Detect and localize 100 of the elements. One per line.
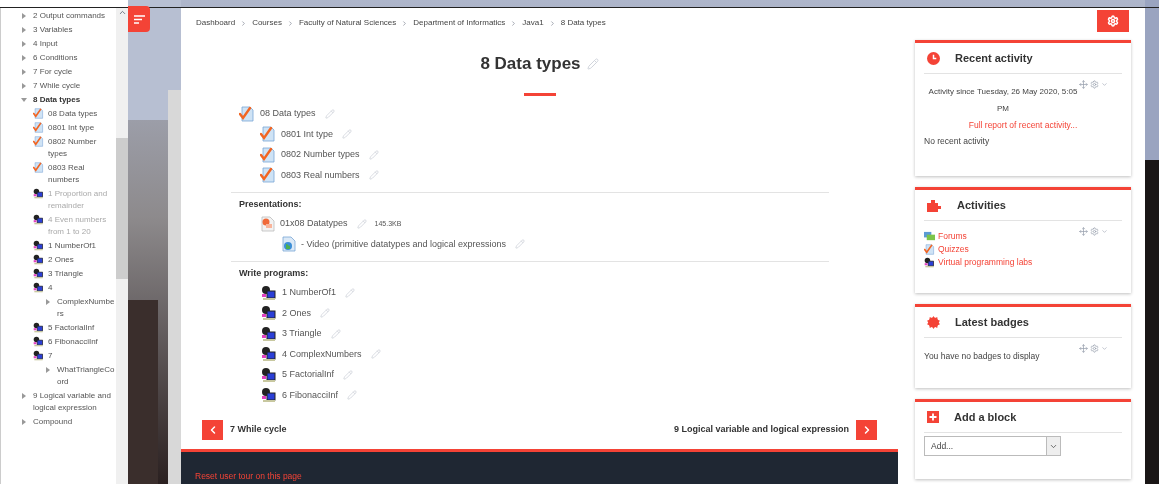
no-activity-text: No recent activity [924,135,991,148]
activity-link[interactable]: 08 Data types [48,108,98,120]
scroll-up-icon[interactable] [117,8,127,17]
activity-since-text: Activity since Tuesday, 26 May 2020, 5:05 PM [928,86,1078,115]
section-link[interactable]: WhatTriangleCoord [57,364,115,388]
activity-link[interactable]: 4 ComplexNumbers [282,347,362,361]
activity-link[interactable]: 0801 Int type [48,122,95,134]
section-link[interactable]: 6 Conditions [33,52,78,64]
section-link[interactable]: ComplexNumbers [57,296,115,320]
settings-icon[interactable] [1090,227,1099,236]
edit-icon[interactable] [586,57,599,70]
activity-link[interactable]: 6 FibonacciInf [48,336,98,348]
section-link[interactable]: 4 Input [33,38,58,50]
edit-icon[interactable] [324,108,335,119]
activity-link[interactable]: 1 NumberOf1 [48,240,97,252]
section-link[interactable]: 2 Output commands [33,10,106,22]
add-block-select[interactable]: Add... [924,436,1061,456]
breadcrumb-link[interactable]: Department of Informatics [413,17,506,29]
quiz-icon [33,136,44,147]
activity-link[interactable]: 01x08 Datatypes [280,217,348,231]
next-section-link[interactable]: 9 Logical variable and logical expression [673,422,849,437]
activity-link[interactable]: 3 Triangle [282,327,322,341]
move-icon[interactable] [1079,227,1088,236]
quiz-icon [260,126,276,143]
settings-icon[interactable] [1090,344,1099,353]
section-link[interactable]: 7 While cycle [33,80,81,92]
settings-button[interactable] [1097,10,1129,32]
activity-link[interactable]: 7 [48,350,53,362]
activity-link[interactable]: 0803 Real numbers [281,168,360,182]
collapsed-triangle-icon[interactable] [45,367,51,373]
activity-link[interactable]: 5 FactorialInf [48,322,95,334]
activity-link[interactable]: 4 [48,282,53,294]
expanded-triangle-icon[interactable] [21,97,27,103]
activity-type-link[interactable]: Quizzes [938,243,969,256]
move-icon[interactable] [1079,344,1088,353]
edit-icon[interactable] [370,349,381,360]
edit-icon[interactable] [345,287,356,298]
activity-link[interactable]: 2 Ones [48,254,74,266]
caret-icon[interactable] [1101,345,1108,352]
activity-link[interactable]: - Video (primitive datatypes and logical expressions [301,237,506,251]
collapsed-triangle-icon[interactable] [21,41,27,47]
chat-icon [924,231,935,242]
activity-link[interactable]: 0801 Int type [281,127,334,141]
section-link[interactable]: 7 For cycle [33,66,73,78]
activity-link[interactable]: 0802 Number types [281,148,360,162]
settings-icon[interactable] [1090,80,1099,89]
section-link[interactable]: 8 Data types [33,94,81,106]
activity-link[interactable]: 2 Ones [282,306,312,320]
activity-link[interactable]: 6 FibonacciInf [282,388,339,402]
menu-button[interactable] [128,6,150,32]
edit-icon[interactable] [343,369,354,380]
edit-icon[interactable] [330,328,341,339]
collapsed-triangle-icon[interactable] [45,299,51,305]
activity-type-link[interactable]: Forums [938,230,967,243]
breadcrumb-link[interactable]: Faculty of Natural Sciences [298,17,397,29]
activity-link[interactable]: 1 NumberOf1 [282,286,337,300]
activity-link[interactable]: 3 Triangle [48,268,84,280]
edit-icon[interactable] [342,129,353,140]
edit-icon[interactable] [356,218,367,229]
activity-link[interactable]: 0803 Real numbers [48,162,115,186]
computer-user-icon [33,214,44,225]
move-icon[interactable] [1079,80,1088,89]
group-heading: Presentations: [239,197,303,211]
reset-tour-link[interactable]: Reset user tour on this page [195,470,302,481]
caret-icon[interactable] [1101,81,1108,88]
breadcrumb-link[interactable]: Courses [252,17,282,29]
activity-link[interactable]: 08 Data types [260,107,316,121]
collapsed-triangle-icon[interactable] [21,69,27,75]
quiz-icon [924,244,935,255]
section-link[interactable]: Compound [33,416,73,428]
activity-link[interactable]: 5 FactorialInf [282,368,335,382]
collapsed-triangle-icon[interactable] [21,393,27,399]
next-button[interactable] [856,419,877,440]
breadcrumb-link[interactable]: Dashboard [196,17,236,29]
activity-link[interactable]: 0802 Number types [48,136,115,160]
breadcrumb-link[interactable]: Java1 [522,17,544,29]
collapsed-triangle-icon[interactable] [21,27,27,33]
collapsed-triangle-icon[interactable] [21,83,27,89]
computer-user-icon [261,387,277,404]
previous-button[interactable] [202,419,223,440]
scrollbar[interactable] [116,8,128,484]
edit-icon[interactable] [514,239,525,250]
edit-icon[interactable] [347,390,358,401]
computer-user-icon [33,336,44,347]
edit-icon[interactable] [368,170,379,181]
edit-icon[interactable] [320,308,331,319]
scroll-thumb[interactable] [116,138,128,279]
section-link[interactable]: 9 Logical variable and logical expression [33,390,115,414]
full-report-link[interactable]: Full report of recent activity... [968,120,1078,130]
edit-icon[interactable] [368,149,379,160]
activity-type-link[interactable]: Virtual programming labs [938,256,1033,269]
collapsed-triangle-icon[interactable] [21,13,27,19]
breadcrumb-link[interactable]: 8 Data types [560,17,606,29]
previous-section-link[interactable]: 7 While cycle [230,422,287,437]
caret-icon[interactable] [1101,228,1108,235]
computer-user-icon [33,254,44,265]
collapsed-triangle-icon[interactable] [21,419,27,425]
section-link[interactable]: 3 Variables [33,24,73,36]
collapsed-triangle-icon[interactable] [21,55,27,61]
quiz-icon [33,108,44,119]
